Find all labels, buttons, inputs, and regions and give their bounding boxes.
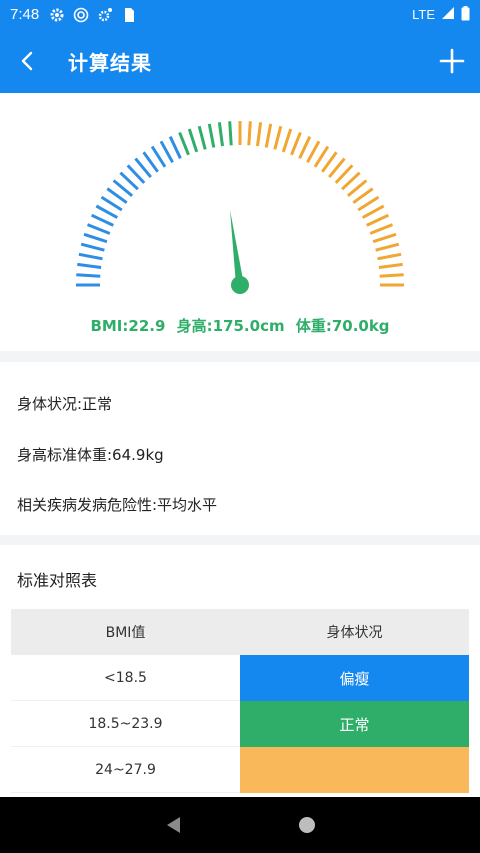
gauge-tick — [76, 273, 101, 278]
result-info-card: 身体状况:正常 身高标准体重:64.9kg 相关疾病发病危险性:平均水平 — [0, 362, 480, 535]
gauge-tick — [86, 223, 111, 235]
table-header: BMI值 身体状况 — [11, 609, 469, 655]
bmi-value: BMI:22.9 — [90, 317, 166, 335]
table-row: 24~27.9 — [11, 747, 469, 793]
triangle-back-icon — [167, 817, 180, 833]
gauge-tick — [273, 125, 283, 150]
gauge-tick — [377, 252, 402, 261]
gauge-tick — [95, 204, 119, 219]
gauge-tick — [313, 145, 330, 168]
network-type: LTE — [412, 7, 435, 22]
gauge-tick — [217, 122, 224, 147]
gauge-tick — [83, 232, 108, 244]
table-title: 标准对照表 — [17, 571, 98, 590]
disease-risk-text: 相关疾病发病危险性:平均水平 — [17, 496, 218, 514]
gauge-tick — [247, 121, 252, 146]
settings-notification-icon — [97, 7, 113, 23]
gauge-tick — [264, 123, 273, 148]
table-row: 18.5~23.9 正常 — [11, 701, 469, 747]
gauge-tick — [369, 223, 394, 235]
gauge-tick — [207, 123, 216, 148]
gauge-tick — [77, 262, 102, 269]
gauge-tick — [159, 140, 174, 164]
standard-weight-text: 身高标准体重:64.9kg — [17, 446, 164, 464]
gauge-tick — [178, 131, 190, 156]
page-title: 计算结果 — [68, 50, 152, 75]
gauge-tick — [281, 128, 293, 153]
gauge-tick — [150, 145, 167, 168]
sd-card-icon — [121, 7, 137, 23]
battery-icon — [461, 5, 470, 24]
gauge-tick — [372, 232, 397, 244]
app-bar: 计算结果 — [0, 29, 480, 93]
system-nav-bar — [0, 797, 480, 853]
gauge-tick — [90, 213, 114, 227]
status-time: 7:48 — [10, 6, 40, 23]
bmi-gauge-card: BMI:22.9 身高:175.0cm 体重:70.0kg — [0, 93, 480, 351]
gauge-tick — [197, 125, 207, 150]
gauge-tick — [80, 242, 105, 252]
header-bmi: BMI值 — [105, 625, 146, 641]
add-button[interactable] — [424, 29, 480, 93]
chevron-left-icon — [21, 51, 33, 71]
signal-icon — [441, 6, 455, 23]
weight-value: 体重:70.0kg — [295, 317, 390, 335]
reference-table: BMI值 身体状况 <18.5 偏瘦 18.5~23.9 正常 24~27.9 — [11, 609, 469, 793]
nav-back-button[interactable] — [161, 813, 185, 837]
row-range: <18.5 — [11, 655, 240, 701]
status-bar: 7:48 LTE — [0, 0, 480, 29]
reference-table-card: 标准对照表 BMI值 身体状况 <18.5 偏瘦 18.5~23.9 正常 24… — [0, 545, 480, 805]
status-right: LTE — [412, 5, 470, 24]
gauge-tick — [306, 140, 321, 164]
nav-home-button[interactable] — [295, 813, 319, 837]
row-range: 18.5~23.9 — [11, 701, 240, 747]
row-status: 正常 — [240, 701, 469, 747]
gauge-summary: BMI:22.9 身高:175.0cm 体重:70.0kg — [0, 315, 480, 336]
sync-icon — [73, 7, 89, 23]
gauge-tick — [256, 122, 263, 147]
gauge-tick — [375, 242, 400, 252]
row-status — [240, 747, 469, 793]
gauge-tick — [228, 121, 233, 146]
gauge-tick — [100, 195, 123, 212]
gauge-tick — [78, 252, 103, 261]
app-root: 7:48 LTE 计算结果 BMI:22.9 身高:175.0cm 体重:70.… — [0, 0, 480, 853]
header-status: 身体状况 — [326, 625, 383, 641]
row-status: 偏瘦 — [240, 655, 469, 701]
gauge-tick — [379, 273, 404, 278]
gauge-tick — [366, 213, 390, 227]
back-button[interactable] — [0, 29, 56, 93]
gauge-tick — [187, 128, 199, 153]
bmi-gauge — [76, 121, 404, 294]
gauge-hub — [231, 276, 249, 294]
row-range: 24~27.9 — [11, 747, 240, 793]
circle-home-icon — [299, 817, 315, 833]
gear-icon — [49, 7, 65, 23]
gauge-tick — [357, 195, 380, 212]
gauge-tick — [378, 262, 403, 269]
plus-icon — [439, 48, 465, 74]
body-status-text: 身体状况:正常 — [17, 395, 113, 413]
table-row: <18.5 偏瘦 — [11, 655, 469, 701]
gauge-tick — [168, 135, 182, 159]
gauge-tick — [361, 204, 385, 219]
gauge-tick — [290, 131, 302, 156]
gauge-needle — [230, 210, 244, 285]
gauge-tick — [298, 135, 312, 159]
height-value: 身高:175.0cm — [176, 317, 285, 335]
